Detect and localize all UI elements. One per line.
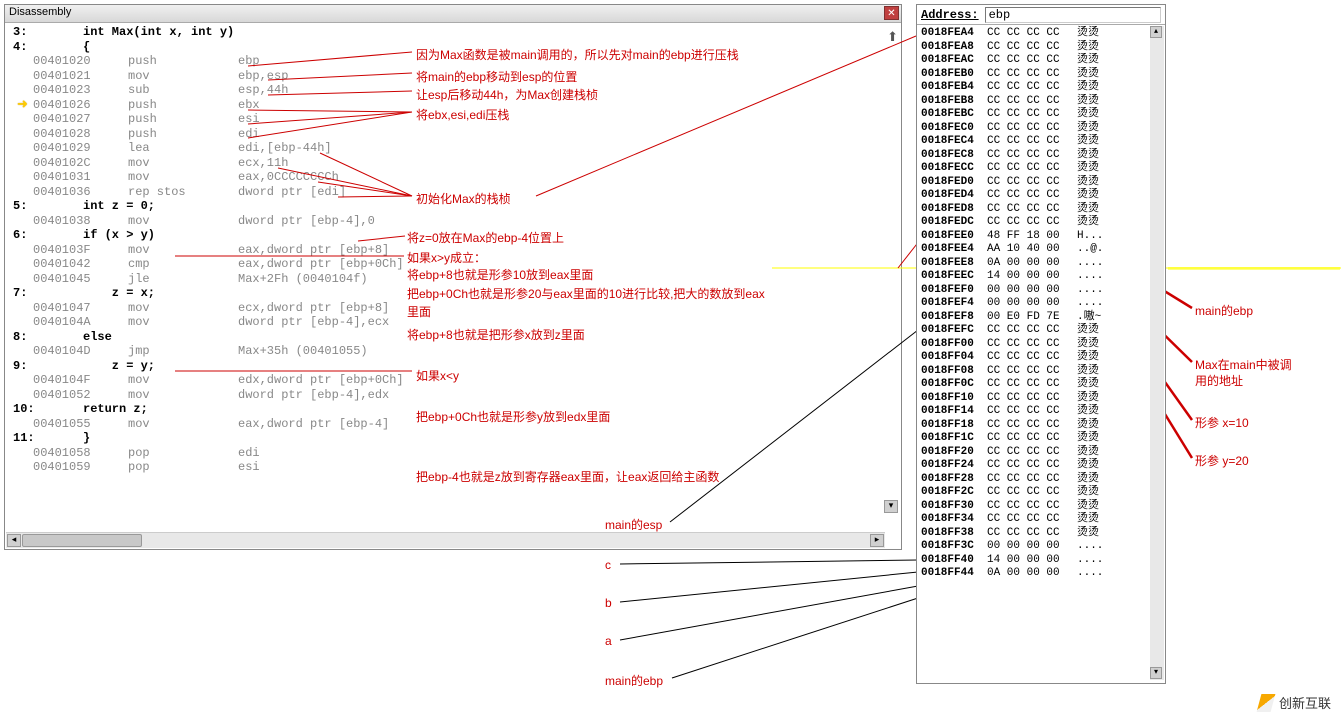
scroll-right-icon[interactable]: ▸ (870, 534, 884, 547)
memory-row[interactable]: 0018FF18CC CC CC CC烫烫 (921, 419, 1161, 433)
highlight-line (1168, 267, 1340, 270)
memory-row[interactable]: 0018FEE80A 00 00 00.... (921, 257, 1161, 271)
asm-line[interactable]: 00401029leaedi,[ebp-44h] (13, 141, 893, 156)
annotation-text: 将ebx,esi,edi压栈 (416, 106, 509, 123)
annotation-text: 将main的ebp移动到esp的位置 (416, 68, 577, 85)
annotation-text: b (605, 596, 612, 610)
annotation-text: 初始化Max的栈桢 (416, 190, 511, 207)
memory-row[interactable]: 0018FEBCCC CC CC CC烫烫 (921, 108, 1161, 122)
memory-row[interactable]: 0018FF20CC CC CC CC烫烫 (921, 446, 1161, 460)
memory-header: Address: (917, 5, 1165, 25)
asm-line[interactable]: 00401047movecx,dword ptr [ebp+8] (13, 301, 893, 316)
memory-row[interactable]: 0018FF10CC CC CC CC烫烫 (921, 392, 1161, 406)
scroll-up-icon[interactable]: ▴ (1150, 26, 1162, 38)
asm-line[interactable]: 00401038movdword ptr [ebp-4],0 (13, 214, 893, 229)
source-line[interactable]: 3: int Max(int x, int y) (13, 25, 893, 40)
annotation-text: 把ebp-4也就是z放到寄存器eax里面，让eax返回给主函数 (416, 468, 719, 485)
scroll-thumb[interactable] (22, 534, 142, 547)
source-line[interactable]: 11: } (13, 431, 893, 446)
annotation-text: 把ebp+0Ch也就是形参y放到edx里面 (416, 408, 610, 425)
memory-row[interactable]: 0018FEEC14 00 00 00.... (921, 270, 1161, 284)
annotation-text: 将ebp+8也就是把形参x放到z里面 (407, 326, 585, 343)
scroll-down-icon[interactable]: ▾ (1150, 667, 1162, 679)
memory-row[interactable]: 0018FEA8CC CC CC CC烫烫 (921, 41, 1161, 55)
address-label: Address: (921, 8, 979, 22)
memory-row[interactable]: 0018FEACCC CC CC CC烫烫 (921, 54, 1161, 68)
memory-row[interactable]: 0018FED4CC CC CC CC烫烫 (921, 189, 1161, 203)
memory-row[interactable]: 0018FED0CC CC CC CC烫烫 (921, 176, 1161, 190)
annotation-text: 里面 (407, 303, 431, 320)
memory-row[interactable]: 0018FEDCCC CC CC CC烫烫 (921, 216, 1161, 230)
memory-row[interactable]: 0018FECCCC CC CC CC烫烫 (921, 162, 1161, 176)
annotation-text: 将z=0放在Max的ebp-4位置上 (407, 229, 564, 246)
memory-row[interactable]: 0018FF440A 00 00 00.... (921, 567, 1161, 581)
close-button[interactable]: ✕ (884, 6, 899, 20)
scroll-left-icon[interactable]: ◂ (7, 534, 21, 547)
annotation-text: 因为Max函数是被main调用的，所以先对main的ebp进行压栈 (416, 46, 739, 63)
memory-scrollbar[interactable]: ▴ ▾ (1150, 26, 1164, 680)
annotation-text: 如果x>y成立： (407, 249, 486, 266)
memory-row[interactable]: 0018FF2CCC CC CC CC烫烫 (921, 486, 1161, 500)
memory-row[interactable]: 0018FF00CC CC CC CC烫烫 (921, 338, 1161, 352)
disassembly-title-text: Disassembly (9, 6, 71, 18)
memory-row[interactable]: 0018FF1CCC CC CC CC烫烫 (921, 432, 1161, 446)
memory-row[interactable]: 0018FEC0CC CC CC CC烫烫 (921, 122, 1161, 136)
annotation-text: main的ebp (605, 672, 663, 689)
address-input[interactable] (985, 7, 1161, 23)
asm-line[interactable]: 00401058popedi (13, 446, 893, 461)
memory-row[interactable]: 0018FEE048 FF 18 00H... (921, 230, 1161, 244)
asm-line[interactable]: 00401052movdword ptr [ebp-4],edx (13, 388, 893, 403)
annotation-text: c (605, 558, 611, 572)
memory-window: Address: ▴ ▾ 0018FEA4CC CC CC CC烫烫0018FE… (916, 4, 1166, 684)
annotation-text: a (605, 634, 612, 648)
annotation-text: main的ebp (1195, 302, 1253, 319)
annotation-text: 把ebp+0Ch也就是形参20与eax里面的10进行比较,把大的数放到eax (407, 285, 765, 302)
annotation-text: 如果x<y (416, 367, 459, 384)
instruction-pointer-icon (19, 101, 31, 113)
memory-row[interactable]: 0018FEF800 E0 FD 7E.嗷~ (921, 311, 1161, 325)
memory-row[interactable]: 0018FEE4AA 10 40 00..@. (921, 243, 1161, 257)
annotation-text: 形参 y=20 (1195, 452, 1249, 469)
memory-row[interactable]: 0018FF34CC CC CC CC烫烫 (921, 513, 1161, 527)
memory-row[interactable]: 0018FF04CC CC CC CC烫烫 (921, 351, 1161, 365)
asm-line[interactable]: 0040102Cmovecx,11h (13, 156, 893, 171)
memory-row[interactable]: 0018FF24CC CC CC CC烫烫 (921, 459, 1161, 473)
memory-row[interactable]: 0018FED8CC CC CC CC烫烫 (921, 203, 1161, 217)
annotation-text: 将ebp+8也就是形参10放到eax里面 (407, 266, 593, 283)
memory-row[interactable]: 0018FF28CC CC CC CC烫烫 (921, 473, 1161, 487)
annotation-text: 让esp后移动44h，为Max创建栈桢 (416, 86, 598, 103)
memory-row[interactable]: 0018FF3C00 00 00 00.... (921, 540, 1161, 554)
annotation-text: 用的地址 (1195, 372, 1243, 389)
memory-hex-view[interactable]: ▴ ▾ 0018FEA4CC CC CC CC烫烫0018FEA8CC CC C… (917, 25, 1165, 681)
memory-row[interactable]: 0018FF38CC CC CC CC烫烫 (921, 527, 1161, 541)
memory-row[interactable]: 0018FEB8CC CC CC CC烫烫 (921, 95, 1161, 109)
memory-row[interactable]: 0018FEB4CC CC CC CC烫烫 (921, 81, 1161, 95)
watermark: 创新互联 (1257, 693, 1331, 712)
memory-row[interactable]: 0018FEF000 00 00 00.... (921, 284, 1161, 298)
memory-row[interactable]: 0018FF0CCC CC CC CC烫烫 (921, 378, 1161, 392)
memory-row[interactable]: 0018FEC8CC CC CC CC烫烫 (921, 149, 1161, 163)
memory-row[interactable]: 0018FF14CC CC CC CC烫烫 (921, 405, 1161, 419)
memory-row[interactable]: 0018FF4014 00 00 00.... (921, 554, 1161, 568)
memory-row[interactable]: 0018FEF400 00 00 00.... (921, 297, 1161, 311)
memory-row[interactable]: 0018FEA4CC CC CC CC烫烫 (921, 27, 1161, 41)
scroll-down-icon[interactable]: ▾ (884, 500, 898, 513)
asm-line[interactable]: 00401028pushedi (13, 127, 893, 142)
watermark-logo-icon (1257, 694, 1275, 712)
annotation-text: main的esp (605, 516, 662, 533)
annotation-text: 形参 x=10 (1195, 414, 1249, 431)
memory-row[interactable]: 0018FF08CC CC CC CC烫烫 (921, 365, 1161, 379)
horizontal-scrollbar[interactable]: ◂ ▸ (6, 532, 885, 548)
disassembly-titlebar[interactable]: Disassembly ✕ (5, 5, 901, 23)
memory-row[interactable]: 0018FEFCCC CC CC CC烫烫 (921, 324, 1161, 338)
annotation-text: Max在main中被调 (1195, 356, 1292, 373)
memory-row[interactable]: 0018FF30CC CC CC CC烫烫 (921, 500, 1161, 514)
memory-row[interactable]: 0018FEB0CC CC CC CC烫烫 (921, 68, 1161, 82)
watermark-text: 创新互联 (1279, 693, 1331, 712)
asm-line[interactable]: 00401031moveax,0CCCCCCCCh (13, 170, 893, 185)
asm-line[interactable]: 0040104DjmpMax+35h (00401055) (13, 344, 893, 359)
memory-row[interactable]: 0018FEC4CC CC CC CC烫烫 (921, 135, 1161, 149)
